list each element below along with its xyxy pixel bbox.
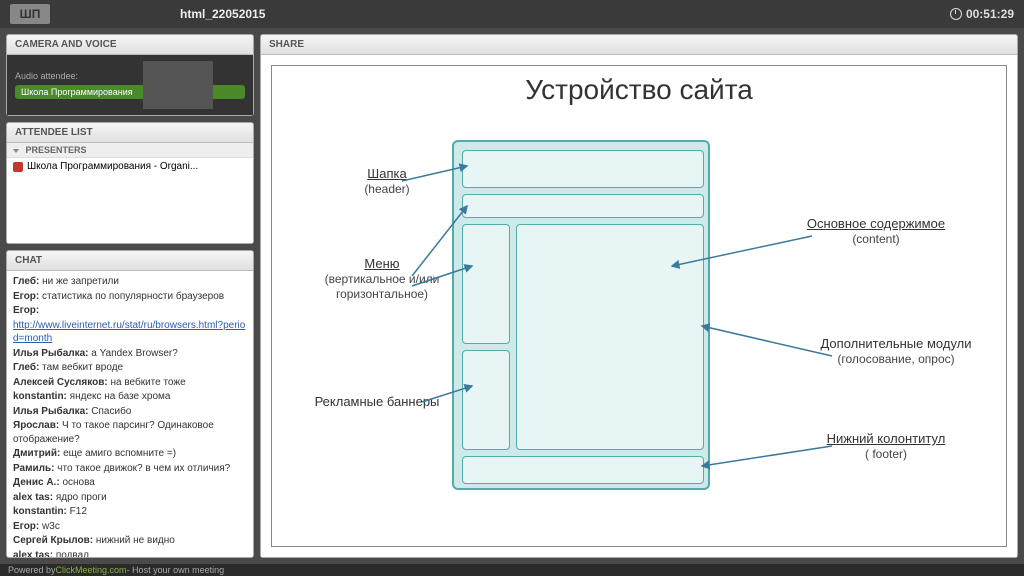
chat-line: Дмитрий: еще амиго вспомните =): [13, 447, 247, 461]
chat-line: konstantin: F12: [13, 505, 247, 519]
chat-link[interactable]: http://www.liveinternet.ru/stat/ru/brows…: [13, 320, 245, 345]
timer-value: 00:51:29: [966, 7, 1014, 21]
chat-line: alex tas: подвал: [13, 549, 247, 558]
slide: Устройство сайта Шапка: [271, 65, 1007, 547]
callout-menu-sub: (вертикальное и/или горизонтальное): [302, 272, 462, 302]
chat-line: Алексей Сусляков: на вебките тоже: [13, 376, 247, 390]
callout-banner-title: Рекламные баннеры: [292, 394, 462, 410]
callout-header-sub: (header): [332, 182, 442, 197]
presenters-section[interactable]: PRESENTERS: [7, 143, 253, 158]
camera-body: Audio attendee: Школа Программирования: [7, 55, 253, 115]
user-icon: [13, 162, 23, 172]
diagram-banner-block: [462, 350, 510, 450]
callout-modules: Дополнительные модули (голосование, опро…: [806, 336, 986, 367]
chat-line: Глеб: ни же запретили: [13, 275, 247, 289]
slide-title: Устройство сайта: [292, 74, 986, 106]
callout-menu: Меню (вертикальное и/или горизонтальное): [302, 256, 462, 302]
chat-header: CHAT: [7, 251, 253, 271]
chat-line: Рамиль: что такое движок? в чем их отлич…: [13, 462, 247, 476]
diagram-menu-vertical-block: [462, 224, 510, 344]
share-body: Устройство сайта Шапка: [261, 55, 1017, 557]
attendee-header: ATTENDEE LIST: [7, 123, 253, 143]
callout-content-title: Основное содержимое: [776, 216, 976, 232]
diagram-footer-block: [462, 456, 704, 484]
callout-content-sub: (content): [776, 232, 976, 247]
share-header: SHARE: [261, 35, 1017, 55]
timer: 00:51:29: [950, 7, 1014, 21]
presenters-label: PRESENTERS: [26, 145, 87, 155]
callout-content: Основное содержимое (content): [776, 216, 976, 247]
footer-bar: Powered by ClickMeeting.com - Host your …: [0, 564, 1024, 576]
callout-banner: Рекламные баннеры: [292, 394, 462, 410]
attendee-panel: ATTENDEE LIST PRESENTERS Школа Программи…: [6, 122, 254, 244]
camera-panel: CAMERA AND VOICE Audio attendee: Школа П…: [6, 34, 254, 116]
callout-footer: Нижний колонтитул ( footer): [796, 431, 976, 462]
attendee-item[interactable]: Школа Программирования - Organi...: [7, 158, 253, 175]
footer-prefix: Powered by: [8, 565, 56, 575]
callout-footer-sub: ( footer): [796, 447, 976, 462]
diagram-menu-horizontal-block: [462, 194, 704, 218]
logo: ШП: [10, 4, 50, 24]
chat-line: Ярослав: Ч то такое парсинг? Одинаковое …: [13, 419, 247, 446]
chat-line: alex tas: ядро проги: [13, 491, 247, 505]
camera-thumbnail[interactable]: [143, 61, 213, 109]
footer-brand-link[interactable]: ClickMeeting.com: [56, 565, 127, 575]
layout-diagram: [452, 140, 710, 490]
callout-modules-sub: (голосование, опрос): [806, 352, 986, 367]
room-title: html_22052015: [180, 7, 265, 21]
share-panel: SHARE Устройство сайта: [260, 34, 1018, 558]
diagram-header-block: [462, 150, 704, 188]
chat-line: Егор:: [13, 304, 247, 318]
chat-line: Егор: статистика по популярности браузер…: [13, 290, 247, 304]
top-bar: ШП html_22052015 00:51:29: [0, 0, 1024, 28]
attendee-name: Школа Программирования - Organi...: [27, 161, 198, 172]
callout-menu-title: Меню: [302, 256, 462, 272]
clock-icon: [950, 8, 962, 20]
chat-line: http://www.liveinternet.ru/stat/ru/brows…: [13, 319, 247, 346]
chat-line: Сергей Крылов: нижний не видно: [13, 534, 247, 548]
chat-line: Илья Рыбалка: Спасибо: [13, 405, 247, 419]
chat-line: konstantin: яндекс на базе хрома: [13, 390, 247, 404]
callout-header-title: Шапка: [332, 166, 442, 182]
chat-body[interactable]: Глеб: ни же запретилиЕгор: статистика по…: [7, 271, 253, 557]
diagram-content-block: [516, 224, 704, 450]
chat-line: Глеб: там вебкит вроде: [13, 361, 247, 375]
chat-panel: CHAT Глеб: ни же запретилиЕгор: статисти…: [6, 250, 254, 558]
callout-modules-title: Дополнительные модули: [806, 336, 986, 352]
camera-header: CAMERA AND VOICE: [7, 35, 253, 55]
chat-line: Денис А.: основа: [13, 476, 247, 490]
chat-line: Илья Рыбалка: а Yandex Browser?: [13, 347, 247, 361]
chevron-down-icon: [13, 149, 19, 153]
chat-line: Егор: w3c: [13, 520, 247, 534]
callout-header: Шапка (header): [332, 166, 442, 197]
footer-suffix: - Host your own meeting: [127, 565, 225, 575]
callout-footer-title: Нижний колонтитул: [796, 431, 976, 447]
